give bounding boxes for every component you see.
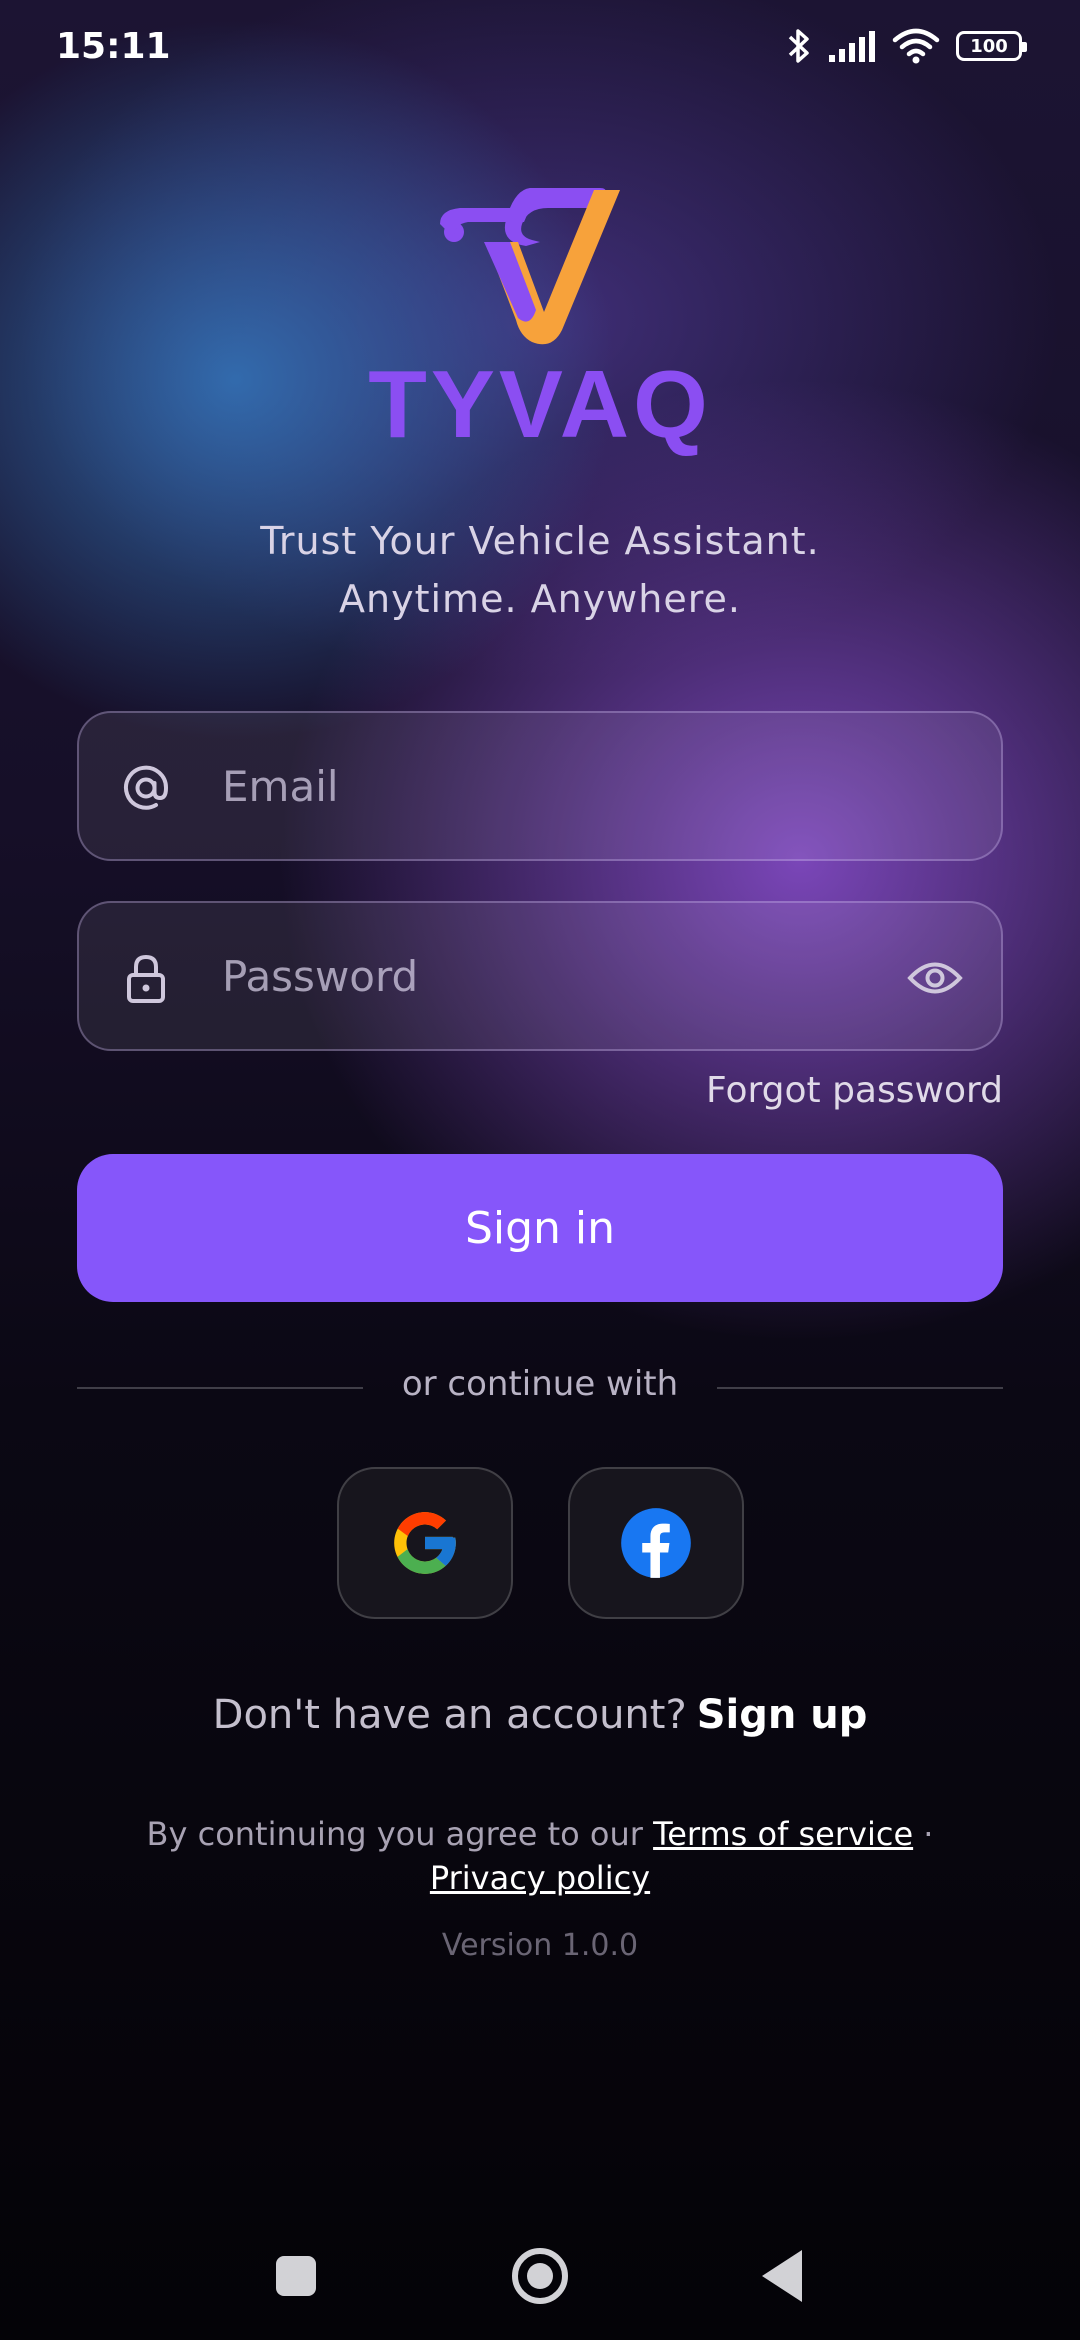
divider-text: or continue with <box>401 1364 679 1404</box>
divider-line-right <box>717 1387 1003 1389</box>
facebook-icon <box>621 1508 691 1578</box>
status-time: 15:11 <box>56 26 171 67</box>
wifi-icon <box>892 28 940 64</box>
at-icon <box>124 765 169 810</box>
back-button[interactable] <box>762 2250 802 2302</box>
system-nav-bar <box>0 2220 1080 2340</box>
password-field[interactable] <box>77 901 1003 1051</box>
signup-row: Don't have an account? Sign up <box>0 1692 1080 1738</box>
email-field[interactable] <box>77 711 1003 861</box>
email-input[interactable] <box>222 713 922 859</box>
status-icons: 100 <box>786 26 1027 66</box>
tagline-line1: Trust Your Vehicle Assistant. <box>260 519 820 563</box>
home-button[interactable] <box>512 2248 568 2304</box>
tagline-line2: Anytime. Anywhere. <box>339 577 741 621</box>
battery-level: 100 <box>970 35 1008 57</box>
legal-prefix: By continuing you agree to our <box>146 1815 643 1853</box>
recent-apps-button[interactable] <box>276 2256 316 2296</box>
app-version: Version 1.0.0 <box>441 1928 639 1963</box>
eye-icon[interactable] <box>907 953 963 1003</box>
sign-in-button[interactable]: Sign in <box>77 1154 1003 1302</box>
tyvaq-logo-icon <box>440 188 620 345</box>
facebook-sign-in-button[interactable] <box>568 1467 744 1619</box>
bluetooth-icon <box>788 29 809 63</box>
google-icon <box>394 1512 456 1574</box>
legal-separator: · <box>923 1815 934 1853</box>
signal-icon <box>829 31 875 62</box>
battery-icon: 100 <box>956 31 1027 61</box>
privacy-policy-link[interactable]: Privacy policy <box>430 1859 650 1897</box>
lock-icon <box>127 954 165 1003</box>
brand-name: TYVAQ <box>368 351 712 458</box>
signup-prompt: Don't have an account? <box>212 1692 687 1738</box>
terms-of-service-link[interactable]: Terms of service <box>653 1815 913 1853</box>
google-sign-in-button[interactable] <box>337 1467 513 1619</box>
password-input[interactable] <box>222 903 922 1049</box>
legal-notice: By continuing you agree to our Terms of … <box>0 1812 1080 1900</box>
tagline: Trust Your Vehicle Assistant. Anytime. A… <box>0 512 1080 628</box>
sign-up-link[interactable]: Sign up <box>697 1692 868 1738</box>
forgot-password-link[interactable]: Forgot password <box>706 1070 1003 1111</box>
status-bar: 15:11 100 <box>0 0 1080 92</box>
